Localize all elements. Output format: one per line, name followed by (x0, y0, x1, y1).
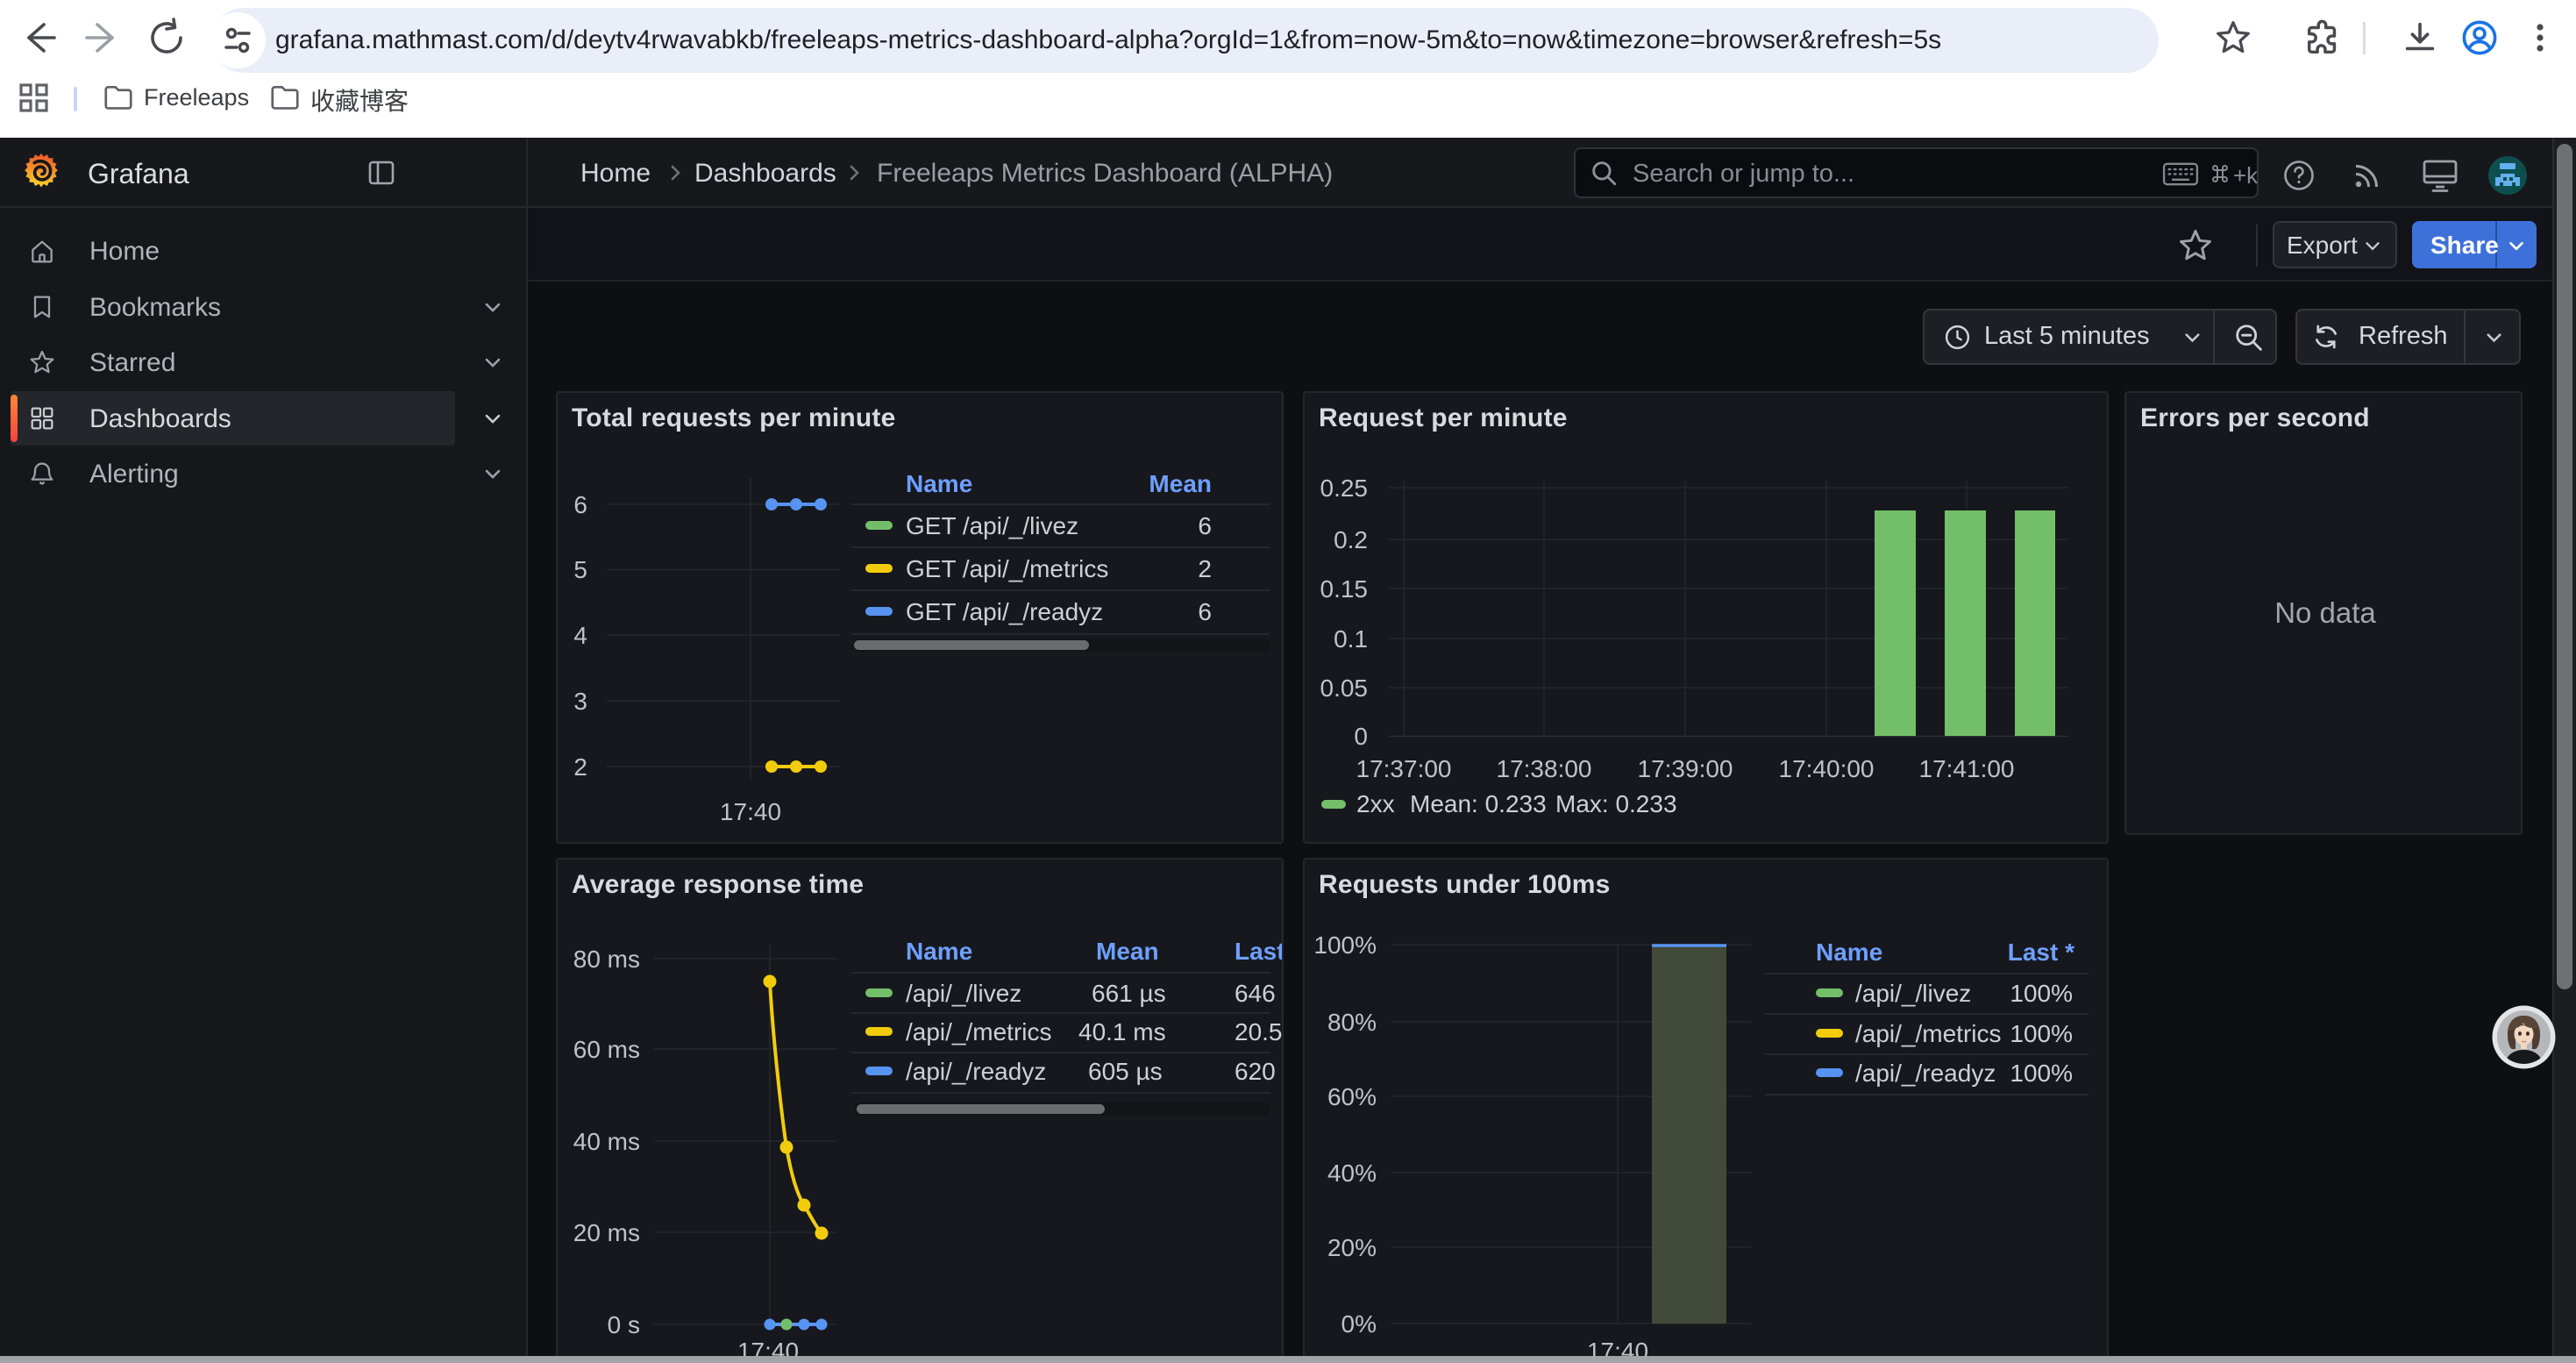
svg-text:60 ms: 60 ms (573, 1036, 640, 1063)
svg-text:100%: 100% (1313, 931, 1377, 959)
svg-text:4: 4 (573, 622, 587, 649)
svg-text:17:38:00: 17:38:00 (1497, 755, 1592, 782)
svg-text:3: 3 (573, 688, 587, 715)
svg-text:5: 5 (573, 556, 587, 583)
svg-text:80%: 80% (1327, 1009, 1377, 1036)
svg-text:0.15: 0.15 (1320, 575, 1369, 603)
svg-text:17:37:00: 17:37:00 (1356, 755, 1452, 782)
svg-text:0.05: 0.05 (1320, 674, 1369, 702)
svg-text:0%: 0% (1341, 1310, 1377, 1338)
svg-text:17:40: 17:40 (720, 798, 781, 825)
svg-text:60%: 60% (1327, 1083, 1377, 1110)
svg-text:0: 0 (1354, 723, 1368, 750)
svg-text:80 ms: 80 ms (573, 946, 640, 973)
svg-text:17:40:00: 17:40:00 (1779, 755, 1875, 782)
svg-text:0.2: 0.2 (1334, 526, 1368, 553)
svg-text:20 ms: 20 ms (573, 1219, 640, 1246)
svg-text:20%: 20% (1327, 1234, 1377, 1261)
svg-text:17:41:00: 17:41:00 (1919, 755, 2015, 782)
svg-text:17:39:00: 17:39:00 (1638, 755, 1733, 782)
svg-text:2: 2 (573, 753, 587, 781)
svg-text:0.25: 0.25 (1320, 475, 1369, 502)
svg-text:40 ms: 40 ms (573, 1128, 640, 1155)
svg-text:6: 6 (573, 491, 587, 518)
svg-text:0 s: 0 s (608, 1311, 640, 1338)
svg-text:0.1: 0.1 (1334, 625, 1368, 653)
svg-text:40%: 40% (1327, 1160, 1377, 1187)
